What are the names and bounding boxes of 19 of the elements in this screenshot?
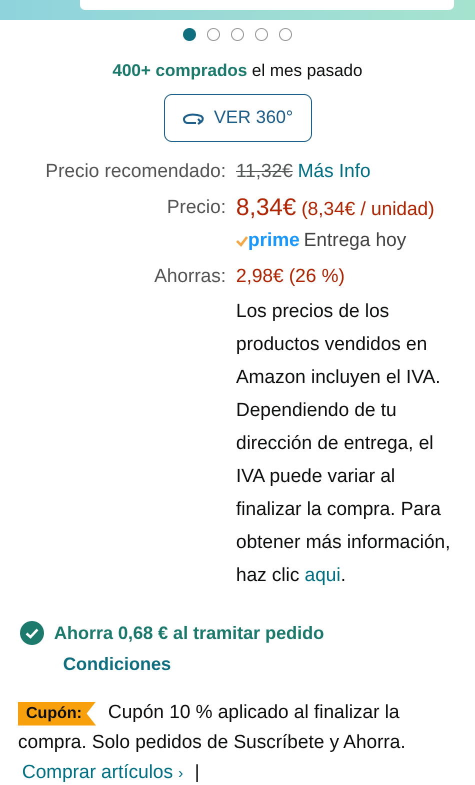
delivery-text: Entrega hoy: [304, 228, 406, 252]
list-price-label: Precio recomendado:: [44, 160, 226, 184]
checkout-saving-text: Ahorra 0,68 € al tramitar pedido: [54, 622, 324, 645]
savings-label: Ahorras:: [153, 264, 226, 288]
prime-logo: prime: [248, 228, 300, 252]
check-circle-icon: [20, 621, 44, 645]
purchase-count-text: 400+ comprados el mes pasado: [112, 60, 362, 82]
shop-items-link[interactable]: Comprar artículos ›: [22, 762, 184, 782]
more-info-link[interactable]: Más Info: [298, 156, 371, 188]
check-icon: [236, 234, 248, 246]
list-price: 11,32€: [236, 160, 293, 184]
price: 8,34€ (8,34€ / unidad): [236, 192, 436, 222]
here-link[interactable]: aqui: [304, 564, 341, 586]
coupon-text: Cupón: Cupón 10 % aplicado al finalizar la compra. Solo pedidos de Suscríbete y Ahorra. Comprar artículos › |: [18, 700, 407, 784]
price-label: Precio:: [166, 196, 226, 220]
savings-amount: 2,98€ (26 %): [236, 264, 346, 288]
tax-note: Los precios de los productos vendidos en Amazon incluyen el IVA. Dependiendo de tu dirección de entrega, el IVA puede variar al finalizar la compra. Para obtener más información, haz clic aqui.: [236, 300, 452, 588]
conditions-link[interactable]: Condiciones: [63, 654, 172, 674]
view-360-button[interactable]: VER 360°: [164, 94, 312, 142]
